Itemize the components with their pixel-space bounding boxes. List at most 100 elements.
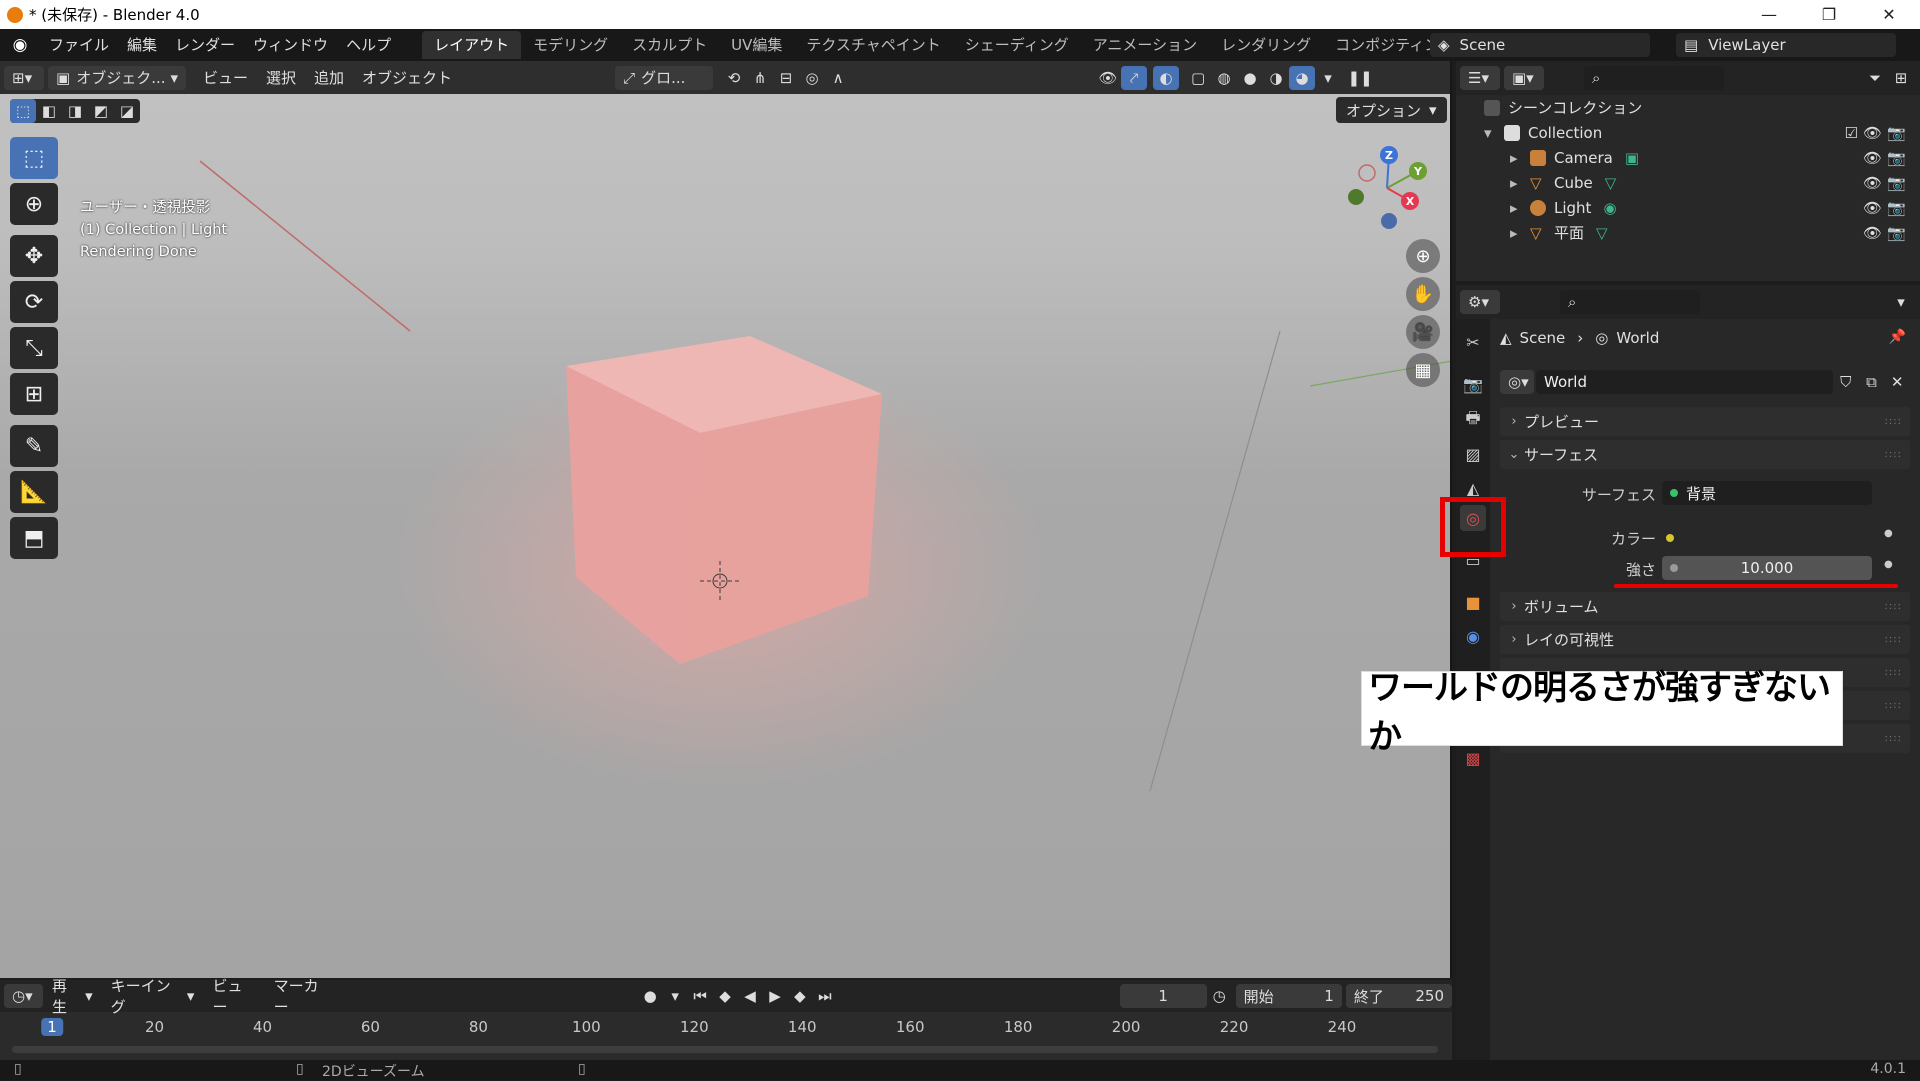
eye-icon[interactable]: 👁 [1863,199,1882,217]
color-socket[interactable] [1662,526,1682,550]
minimize-button[interactable]: — [1740,0,1798,29]
viewlayer-selector[interactable]: ▤ ViewLayer [1676,33,1896,57]
output-tab-icon[interactable]: 🖶 [1460,407,1486,433]
measure-tool-icon[interactable]: 📐 [10,471,58,513]
render-camera-icon[interactable]: 📷 [1887,149,1906,167]
physics-tab-icon[interactable]: ◉ [1460,623,1486,649]
xray-icon[interactable]: ▢ [1185,66,1211,90]
outliner[interactable]: ☰▾ ▣▾ ⌕ ⏷ ⊞ シーンコレクション ▾ Collection ☑ 👁 📷… [1456,61,1920,281]
drag-handle-icon[interactable]: :::: [1885,601,1902,612]
render-camera-icon[interactable]: 📷 [1887,199,1906,217]
move-tool-icon[interactable]: ✥ [10,235,58,277]
timeline-editor-type-icon[interactable]: ◷▾ [4,984,44,1008]
new-world-icon[interactable]: ⧉ [1859,370,1885,394]
end-frame-field[interactable]: 終了 250 [1345,984,1453,1008]
play-reverse-icon[interactable]: ◀ [738,984,763,1008]
render-camera-icon[interactable]: 📷 [1887,124,1906,142]
transform-tool-icon[interactable]: ⊞ [10,373,58,415]
chevron-down-icon[interactable]: ▾ [663,984,688,1008]
eye-icon[interactable]: 👁 [1863,149,1882,167]
rotate-tool-icon[interactable]: ⟳ [10,281,58,323]
panel-surface[interactable]: ⌄ サーフェス :::: [1500,440,1910,469]
menu-playback[interactable]: 再生 ▾ [43,977,102,1016]
menu-file[interactable]: ファイル [40,29,118,61]
menu-edit[interactable]: 編集 [118,29,166,61]
object-tab-icon[interactable]: ■ [1460,589,1486,615]
scene-selector[interactable]: ◈ Scene [1430,33,1650,57]
outliner-item-plane[interactable]: ▸ ▽ 平面 ▽ 👁 📷 [1456,220,1920,245]
keyframe-dot-icon[interactable]: ● [1884,528,1893,539]
pause-icon[interactable]: ❚❚ [1347,66,1373,90]
select-subtract-icon[interactable]: ◨ [62,99,88,123]
view-layer-tab-icon[interactable]: ▨ [1460,441,1486,467]
annotate-tool-icon[interactable]: ✎ [10,425,58,467]
outliner-search-input[interactable]: ⌕ [1584,66,1724,90]
shading-material-icon[interactable]: ◑ [1263,66,1289,90]
collection-row[interactable]: ▾ Collection ☑ 👁 📷 [1456,120,1920,145]
menu-select[interactable]: 選択 [257,66,305,90]
eye-icon[interactable]: 👁 [1863,224,1882,242]
menu-help[interactable]: ヘルプ [337,29,400,61]
tab-layout[interactable]: レイアウト [422,31,522,59]
render-tab-icon[interactable]: 📷 [1460,371,1486,397]
cursor-tool-icon[interactable]: ⊕ [10,183,58,225]
prev-keyframe-icon[interactable]: ◆ [713,984,738,1008]
outliner-item-light[interactable]: ▸ Light ◉ 👁 📷 [1456,195,1920,220]
tab-sculpt[interactable]: スカルプト [620,31,719,59]
surface-shader-field[interactable]: 背景 [1662,481,1872,505]
keyframe-dot-icon[interactable]: ● [1884,559,1893,570]
camera-view-icon[interactable]: 🎥 [1406,315,1440,349]
expand-arrow-icon[interactable]: ▸ [1510,224,1530,242]
render-camera-icon[interactable]: 📷 [1887,174,1906,192]
shading-solid-icon[interactable]: ● [1237,66,1263,90]
tool-tab-icon[interactable]: ✂ [1460,329,1486,355]
unlink-icon[interactable]: ✕ [1884,370,1910,394]
editor-type-icon[interactable]: ⊞▾ [4,65,44,90]
outliner-editor-type-icon[interactable]: ☰▾ [1460,66,1500,90]
snap-target-icon[interactable]: ⊟ [773,66,799,90]
chevron-down-icon[interactable]: ▾ [1888,290,1914,314]
tab-shading[interactable]: シェーディング [953,31,1081,59]
mode-selector[interactable]: ▣ オブジェク... ▾ [48,65,186,90]
select-invert-icon[interactable]: ◩ [88,99,114,123]
display-mode-icon[interactable]: ▣▾ [1504,66,1544,90]
tab-uv-editing[interactable]: UV編集 [719,31,794,59]
select-box-tool-icon[interactable]: ⬚ [10,137,58,179]
proportional-edit-icon[interactable]: ◎ [799,66,825,90]
menu-window[interactable]: ウィンドウ [244,29,337,61]
tab-animation[interactable]: アニメーション [1081,31,1209,59]
tab-texture-paint[interactable]: テクスチャペイント [794,31,952,59]
scene-collection-row[interactable]: シーンコレクション [1456,95,1920,120]
add-cube-tool-icon[interactable]: ⬒ [10,517,58,559]
snap-icon[interactable]: ⋔ [747,66,773,90]
drag-handle-icon[interactable]: :::: [1885,667,1902,678]
blender-menu-icon[interactable]: ◉ [0,33,40,57]
visibility-icon[interactable]: 👁 [1095,66,1121,90]
zoom-icon[interactable]: ⊕ [1406,239,1440,273]
expand-arrow-icon[interactable]: ▸ [1510,174,1530,192]
timeline-scrollbar[interactable] [12,1046,1438,1053]
close-button[interactable]: ✕ [1860,0,1918,29]
overlay-toggle-icon[interactable]: ◐ [1153,65,1180,90]
menu-view[interactable]: ビュー [194,66,257,90]
drag-handle-icon[interactable]: :::: [1885,733,1902,744]
shading-options-icon[interactable]: ▾ [1315,66,1341,90]
play-icon[interactable]: ▶ [763,984,788,1008]
gizmo-toggle-icon[interactable]: ⤤ [1121,65,1148,90]
start-frame-field[interactable]: 開始 1 [1235,984,1342,1008]
pivot-icon[interactable]: ⟲ [721,66,747,90]
next-keyframe-icon[interactable]: ◆ [787,984,812,1008]
tab-rendering[interactable]: レンダリング [1209,31,1323,59]
record-icon[interactable]: ● [638,984,663,1008]
panel-volume[interactable]: › ボリューム :::: [1500,592,1910,621]
new-collection-icon[interactable]: ⊞ [1888,66,1914,90]
properties-search-input[interactable]: ⌕ [1560,290,1700,314]
properties-editor-type-icon[interactable]: ⚙▾ [1460,290,1500,314]
select-intersect-icon[interactable]: ◪ [114,99,140,123]
clock-icon[interactable]: ◷ [1207,984,1232,1008]
pin-icon[interactable]: 📌 [1889,329,1906,345]
render-camera-icon[interactable]: 📷 [1887,224,1906,242]
eye-icon[interactable]: 👁 [1863,124,1882,142]
scale-tool-icon[interactable]: ⤡ [10,327,58,369]
select-extend-icon[interactable]: ◧ [36,99,62,123]
